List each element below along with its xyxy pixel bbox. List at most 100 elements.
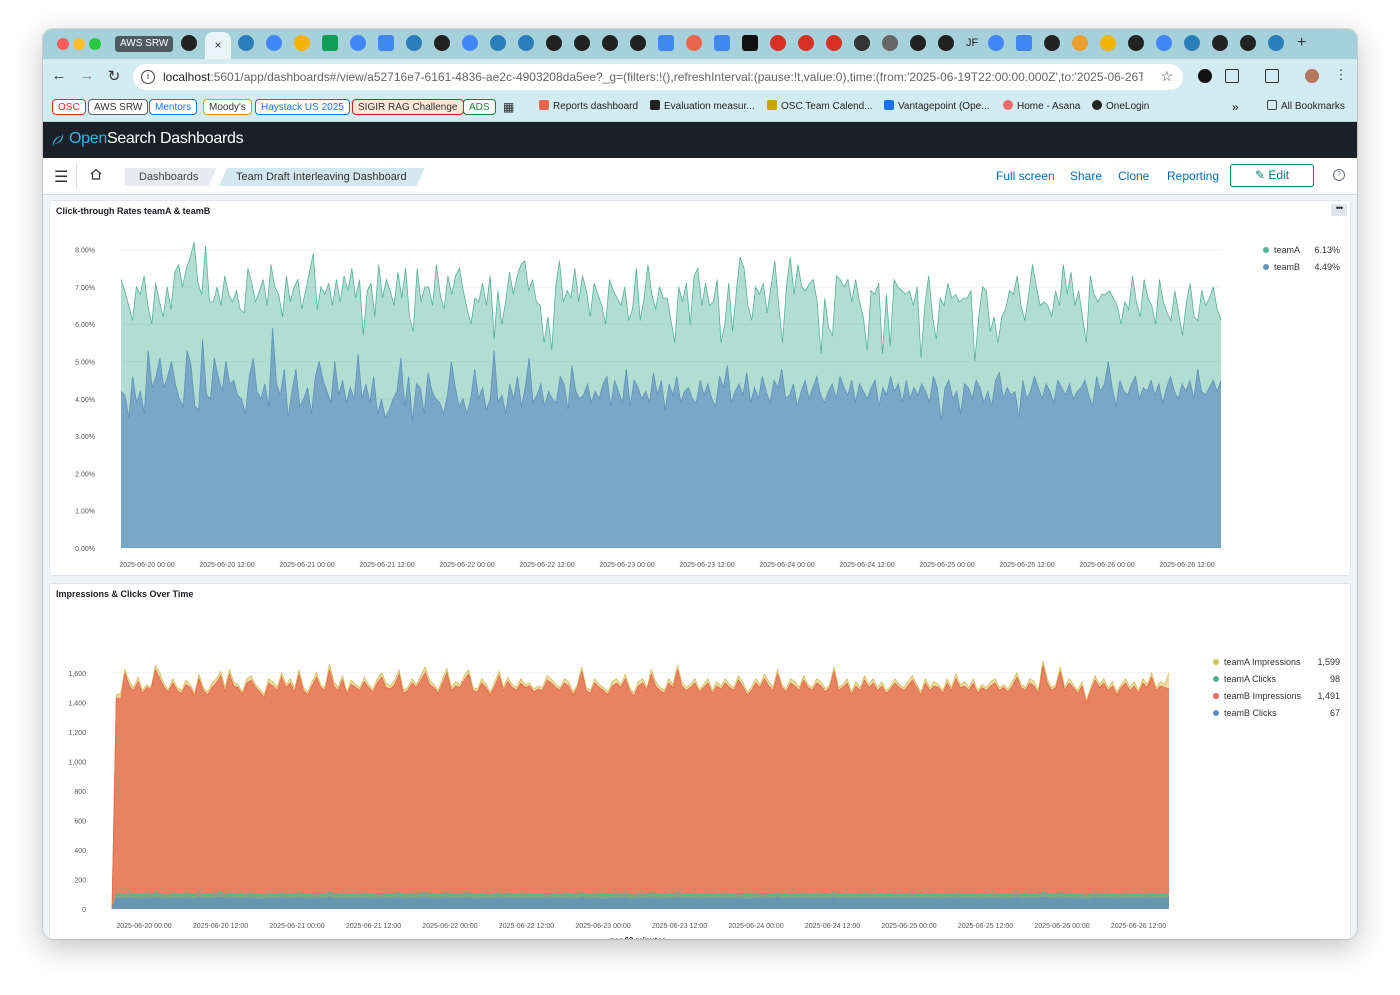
bookmark-osc-calendar[interactable]: OSC Team Calend...	[767, 99, 873, 115]
opensearch-logo-icon[interactable]	[51, 131, 65, 149]
share-button[interactable]: Share	[1070, 169, 1102, 183]
puzzle-extensions-icon[interactable]	[1225, 69, 1239, 83]
profile-tab-initials[interactable]: JF	[966, 37, 978, 49]
back-icon[interactable]: ←	[49, 67, 69, 84]
drive-tab-icon[interactable]	[322, 35, 338, 51]
edit-button[interactable]: ✎ Edit	[1230, 164, 1314, 187]
extension-icon[interactable]	[1198, 69, 1212, 83]
globe-tab-icon[interactable]	[988, 35, 1005, 51]
site-info-icon[interactable]: i	[141, 70, 155, 84]
address-text[interactable]: localhost:5601/app/dashboards#/view/a527…	[163, 64, 1143, 90]
bookmark-haystack[interactable]: Haystack US 2025	[255, 99, 350, 115]
docs-tab-icon[interactable]	[378, 35, 394, 51]
bookmark-vantagepoint[interactable]: Vantagepoint (Ope...	[884, 99, 990, 115]
github-icon[interactable]	[181, 35, 197, 51]
x-tick-label: 2025-06-21 12:00	[359, 562, 414, 569]
github-tab-icon[interactable]	[938, 35, 954, 51]
reload-icon[interactable]: ↻	[104, 67, 124, 85]
bookmark-ads[interactable]: ADS	[463, 99, 496, 115]
apps-grid-icon[interactable]: ▦	[503, 99, 514, 115]
app-tab-icon[interactable]	[742, 35, 758, 51]
x-tick-label: 2025-06-23 00:00	[575, 923, 630, 930]
legend-item[interactable]: teamB Impressions 1,491	[1213, 691, 1340, 701]
full-screen-button[interactable]: Full screen	[996, 169, 1055, 183]
app-tab-icon[interactable]	[1072, 35, 1089, 51]
github-tab-icon[interactable]	[1240, 35, 1257, 51]
app-tab-icon[interactable]	[882, 35, 898, 51]
app-tab-icon[interactable]	[1100, 35, 1117, 51]
new-tab-button[interactable]: +	[1297, 34, 1306, 52]
pinned-tab-aws-srw[interactable]: AWS SRW	[115, 36, 174, 52]
legend-item[interactable]: teamB 4.49%	[1263, 262, 1340, 272]
app-tab-icon[interactable]	[770, 35, 786, 51]
bookmarks-overflow-button[interactable]: »	[1232, 99, 1239, 115]
hamburger-menu-icon[interactable]: ☰	[54, 167, 68, 187]
bookmark-label: Evaluation measur...	[664, 101, 755, 112]
bookmark-osc[interactable]: OSC	[52, 99, 86, 115]
legend-item[interactable]: teamA Clicks 98	[1213, 674, 1340, 684]
zoom-window-button[interactable]	[89, 38, 101, 50]
github-tab-icon[interactable]	[602, 35, 618, 51]
bookmark-mentors[interactable]: Mentors	[149, 99, 198, 115]
legend-item[interactable]: teamA Impressions 1,599	[1213, 657, 1340, 667]
globe-tab-icon[interactable]	[266, 35, 282, 51]
github-tab-icon[interactable]	[1212, 35, 1229, 51]
kebab-menu-icon[interactable]: ⋮	[1331, 67, 1351, 83]
docs-tab-icon[interactable]	[714, 35, 730, 51]
bookmark-onelogin[interactable]: OneLogin	[1092, 99, 1149, 115]
x-tick-label: 2025-06-21 00:00	[269, 923, 324, 930]
y-tick-label: 800	[74, 789, 86, 796]
forward-icon[interactable]: →	[77, 67, 97, 84]
y-tick-label: 1,600	[68, 671, 86, 678]
docs-tab-icon[interactable]	[1016, 35, 1033, 51]
opensearch-tab-icon[interactable]	[490, 35, 506, 51]
globe-tab-icon[interactable]	[350, 35, 366, 51]
active-tab[interactable]: ×	[205, 32, 231, 59]
all-bookmarks-button[interactable]: All Bookmarks	[1267, 99, 1345, 115]
address-bar[interactable]: i localhost:5601/app/dashboards#/view/a5…	[133, 64, 1183, 90]
github-tab-icon[interactable]	[630, 35, 646, 51]
tab-search-icon[interactable]	[1265, 69, 1279, 83]
tab-strip: AWS SRW × JF +	[43, 29, 1357, 59]
close-window-button[interactable]	[57, 38, 69, 50]
bookmark-reports-dashboard[interactable]: Reports dashboard	[539, 99, 638, 115]
clone-button[interactable]: Clone	[1118, 169, 1149, 183]
opensearch-tab-icon[interactable]	[1268, 35, 1285, 51]
opensearch-tab-icon[interactable]	[238, 35, 254, 51]
app-tab-icon[interactable]	[686, 35, 702, 51]
github-tab-icon[interactable]	[574, 35, 590, 51]
github-tab-icon[interactable]	[1128, 35, 1145, 51]
opensearch-tab-icon[interactable]	[1184, 35, 1201, 51]
minimize-window-button[interactable]	[73, 38, 85, 50]
bookmark-star-icon[interactable]: ☆	[1160, 68, 1173, 85]
docs-tab-icon[interactable]	[658, 35, 674, 51]
app-tab-icon[interactable]	[854, 35, 870, 51]
app-logo-text[interactable]: OpenSearch Dashboards	[69, 130, 244, 148]
reporting-button[interactable]: Reporting	[1167, 169, 1219, 183]
bookmark-aws-srw[interactable]: AWS SRW	[88, 99, 149, 115]
app-tab-icon[interactable]	[826, 35, 842, 51]
github-tab-icon[interactable]	[910, 35, 926, 51]
opensearch-tab-icon[interactable]	[518, 35, 534, 51]
help-icon[interactable]: ?	[1333, 169, 1345, 181]
app-tab-icon[interactable]	[798, 35, 814, 51]
github-tab-icon[interactable]	[546, 35, 562, 51]
opensearch-tab-icon[interactable]	[406, 35, 422, 51]
bookmark-asana[interactable]: Home - Asana	[1003, 99, 1080, 115]
bookmark-evaluation[interactable]: Evaluation measur...	[650, 99, 755, 115]
address-host: localhost	[163, 70, 211, 84]
github-tab-icon[interactable]	[1044, 35, 1061, 51]
bookmark-sigir[interactable]: SIGIR RAG Challenge	[352, 99, 464, 115]
profile-avatar[interactable]	[1305, 69, 1319, 83]
bookmark-moodys[interactable]: Moody's	[203, 99, 252, 115]
home-icon[interactable]	[89, 167, 103, 181]
legend-item[interactable]: teamB Clicks 67	[1213, 708, 1340, 718]
breadcrumb-dashboards[interactable]: Dashboards	[125, 168, 216, 186]
github-tab-icon[interactable]	[434, 35, 450, 51]
globe-tab-icon[interactable]	[1156, 35, 1173, 51]
globe-tab-icon[interactable]	[462, 35, 478, 51]
pencil-icon: ✎	[1254, 168, 1266, 182]
tab-close-icon[interactable]: ×	[214, 38, 221, 52]
legend-item[interactable]: teamA 6.13%	[1263, 245, 1340, 255]
chat-tab-icon[interactable]	[294, 35, 310, 51]
